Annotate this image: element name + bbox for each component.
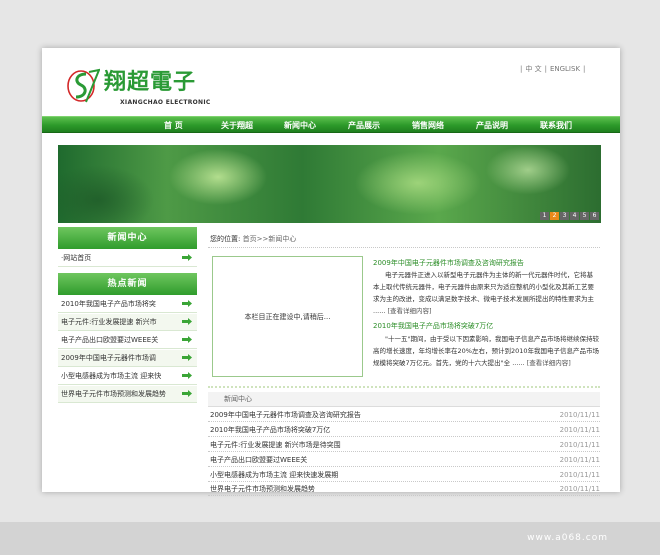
sidebar-hot-news-item[interactable]: 2009年中国电子元器件市场调 bbox=[58, 350, 197, 367]
news-list-row-date: 2010/11/11 bbox=[559, 456, 600, 464]
news-list-row[interactable]: 世界电子元件市场预测和发展趋势 2010/11/11 bbox=[208, 482, 600, 496]
banner-page-button-active[interactable]: 2 bbox=[550, 212, 559, 220]
banner-page-button[interactable]: 1 bbox=[540, 212, 549, 220]
sidebar-news-center-title: 新闻中心 bbox=[58, 227, 197, 249]
company-logo-icon bbox=[67, 68, 100, 103]
arrow-right-icon bbox=[182, 336, 192, 343]
read-more-link[interactable]: [查看详细内容] bbox=[527, 359, 571, 367]
banner-page-button[interactable]: 3 bbox=[560, 212, 569, 220]
logo-english-name: XIANGCHAO ELECTRONIC bbox=[120, 99, 211, 106]
news-list-row-title: 世界电子元件市场预测和发展趋势 bbox=[210, 485, 315, 493]
sidebar-item-label: 2009年中国电子元器件市场调 bbox=[61, 354, 156, 362]
nav-home[interactable]: 首 页 bbox=[164, 120, 183, 131]
news-list-row-date: 2010/11/11 bbox=[559, 471, 600, 479]
news-list-row-date: 2010/11/11 bbox=[559, 426, 600, 434]
breadcrumb-path[interactable]: 首页>>新闻中心 bbox=[243, 235, 297, 243]
news-list-row-title: 2010年我国电子产品市场将突破7万亿 bbox=[210, 426, 331, 434]
news-list-section: 新闻中心 2009年中国电子元器件市场调查及咨询研究报告 2010/11/11 … bbox=[208, 386, 600, 496]
divider bbox=[208, 247, 600, 248]
sidebar-item-label: 网站首页 bbox=[63, 254, 92, 262]
sidebar-hot-news-item[interactable]: 电子产品出口欧盟要过WEEE关 bbox=[58, 332, 197, 349]
featured-news-body-2: "十一五"期间，由于受以下因素影响，我国电子信息产品市场将继续保持较高的增长速度… bbox=[373, 333, 599, 369]
sidebar-hot-news-item[interactable]: 小型电感器成为市场主流 迎来快 bbox=[58, 368, 197, 385]
news-list-row[interactable]: 2009年中国电子元器件市场调查及咨询研究报告 2010/11/11 bbox=[208, 408, 600, 422]
arrow-right-icon bbox=[182, 372, 192, 379]
news-list-row-title: 电子产品出口欧盟要过WEEE关 bbox=[210, 456, 308, 464]
main-nav: 首 页 关于翔超 新闻中心 产品展示 销售网络 产品说明 联系我们 bbox=[42, 116, 620, 133]
news-list-title: 新闻中心 bbox=[208, 392, 600, 407]
web-page: 翔超電子 XIANGCHAO ELECTRONIC | 中 文 | ENGLISK | … bbox=[42, 48, 620, 496]
news-list-row-date: 2010/11/11 bbox=[559, 441, 600, 449]
sidebar-hot-news-item[interactable]: 电子元件:行业发展提速 新兴市 bbox=[58, 314, 197, 331]
banner-image: 1 2 3 4 5 6 bbox=[58, 145, 601, 223]
banner-pager: 1 2 3 4 5 6 bbox=[540, 212, 599, 220]
news-list-row[interactable]: 2010年我国电子产品市场将突破7万亿 2010/11/11 bbox=[208, 423, 600, 437]
lang-english-link[interactable]: ENGLISK bbox=[550, 65, 580, 73]
arrow-right-icon bbox=[182, 390, 192, 397]
sidebar-item-label: 电子产品出口欧盟要过WEEE关 bbox=[61, 336, 159, 344]
nav-products[interactable]: 产品展示 bbox=[348, 120, 380, 131]
banner-page-button[interactable]: 6 bbox=[590, 212, 599, 220]
featured-news-body-1: 电子元器件正进入以新型电子元器件为主体的新一代元器件时代，它将基本上取代传统元器… bbox=[373, 269, 599, 317]
nav-sales-network[interactable]: 销售网络 bbox=[412, 120, 444, 131]
arrow-right-icon bbox=[182, 318, 192, 325]
sidebar-item-label: 电子元件:行业发展提速 新兴市 bbox=[61, 318, 157, 326]
lang-chinese-link[interactable]: 中 文 bbox=[525, 65, 541, 73]
featured-news-title-1[interactable]: 2009年中国电子元器件市场调查及咨询研究报告 bbox=[373, 258, 524, 268]
news-list-row-date: 2010/11/11 bbox=[559, 411, 600, 419]
news-list-row-title: 电子元件:行业发展提速 新兴市场是待突围 bbox=[210, 441, 341, 449]
news-list-row[interactable]: 电子产品出口欧盟要过WEEE关 2010/11/11 bbox=[208, 453, 600, 467]
breadcrumb: 您的位置: 首页>>新闻中心 bbox=[210, 234, 296, 244]
sidebar-item-label: 2010年我国电子产品市场将突 bbox=[61, 300, 156, 308]
under-construction-box: 本栏目正在建设中,请稍后... bbox=[212, 256, 363, 377]
news-list-row-date: 2010/11/11 bbox=[559, 485, 600, 493]
nav-news[interactable]: 新闻中心 bbox=[284, 120, 316, 131]
logo-chinese-name: 翔超電子 bbox=[104, 70, 197, 95]
featured-news-title-2[interactable]: 2010年我国电子产品市场将突破7万亿 bbox=[373, 321, 493, 331]
read-more-link[interactable]: [查看详细内容] bbox=[387, 307, 431, 315]
sidebar-item-label: 世界电子元件市场预测和发展趋势 bbox=[61, 390, 166, 398]
sidebar-item-home[interactable]: ·网站首页 bbox=[58, 250, 197, 267]
sidebar-hot-news-item[interactable]: 2010年我国电子产品市场将突 bbox=[58, 296, 197, 313]
news-list-row[interactable]: 电子元件:行业发展提速 新兴市场是待突围 2010/11/11 bbox=[208, 438, 600, 452]
banner-page-button[interactable]: 4 bbox=[570, 212, 579, 220]
breadcrumb-label: 您的位置: bbox=[210, 235, 241, 243]
sidebar-item-label: 小型电感器成为市场主流 迎来快 bbox=[61, 372, 162, 380]
news-list-row-title: 小型电感器成为市场主流 迎来快速发展期 bbox=[210, 471, 339, 479]
banner-page-button[interactable]: 5 bbox=[580, 212, 589, 220]
news-list-row[interactable]: 小型电感器成为市场主流 迎来快速发展期 2010/11/11 bbox=[208, 468, 600, 482]
sidebar-hot-news-title: 热点新闻 bbox=[58, 273, 197, 295]
nav-product-info[interactable]: 产品说明 bbox=[476, 120, 508, 131]
nav-contact[interactable]: 联系我们 bbox=[540, 120, 572, 131]
sidebar-hot-news-item[interactable]: 世界电子元件市场预测和发展趋势 bbox=[58, 386, 197, 403]
nav-about[interactable]: 关于翔超 bbox=[221, 120, 253, 131]
arrow-right-icon bbox=[182, 254, 192, 261]
news-list-row-title: 2009年中国电子元器件市场调查及咨询研究报告 bbox=[210, 411, 361, 419]
language-switcher: | 中 文 | ENGLISK | bbox=[520, 65, 586, 73]
watermark: www.a068.com bbox=[527, 533, 608, 543]
arrow-right-icon bbox=[182, 354, 192, 361]
arrow-right-icon bbox=[182, 300, 192, 307]
